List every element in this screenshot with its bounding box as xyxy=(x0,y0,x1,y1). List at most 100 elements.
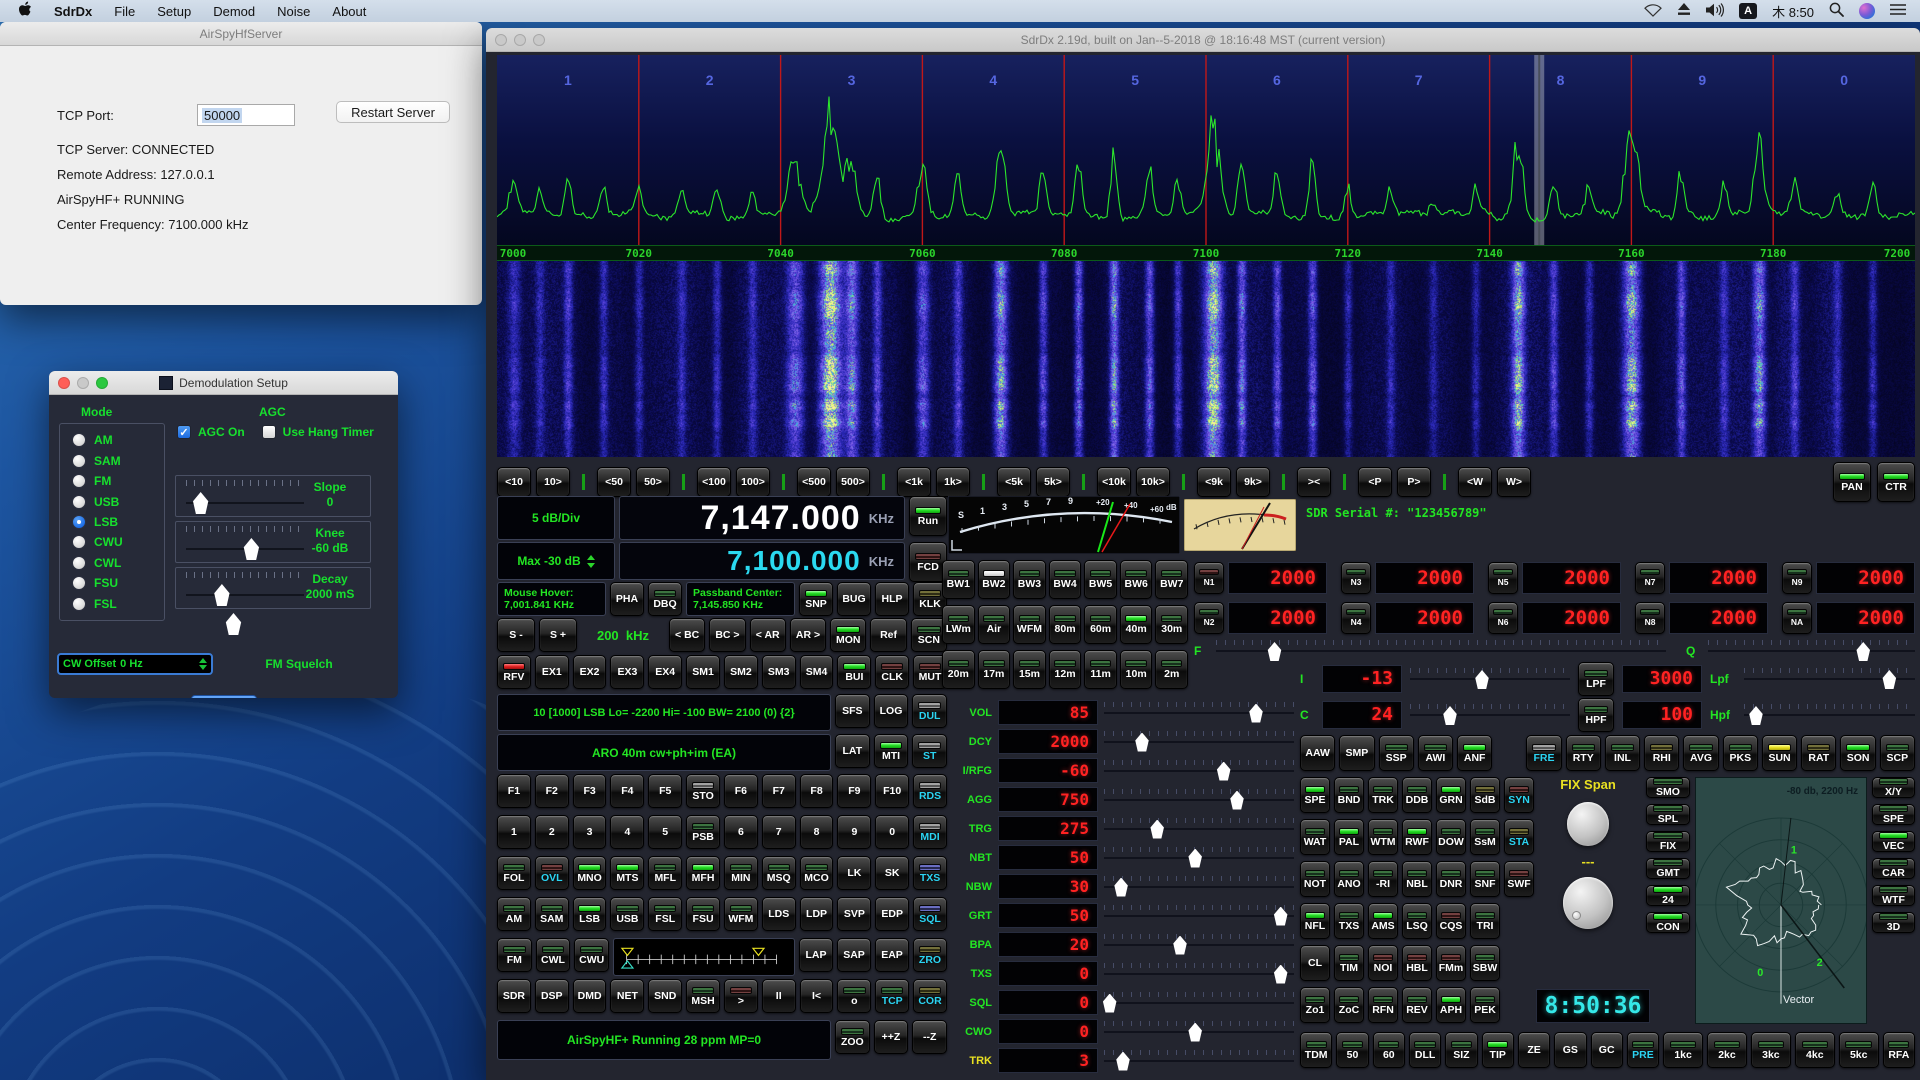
slider-handle[interactable] xyxy=(1475,670,1490,689)
btn-na[interactable]: NA xyxy=(1782,602,1812,634)
btn-rty[interactable]: RTY xyxy=(1566,735,1601,771)
btn-fsu[interactable]: FSU xyxy=(686,897,720,931)
btn-psb[interactable]: PSB xyxy=(686,815,720,849)
btn-0[interactable]: 0 xyxy=(875,815,909,849)
btn-zoo[interactable]: ZOO xyxy=(835,1020,870,1054)
btn-10[interactable]: 10> xyxy=(536,467,570,497)
btn-6[interactable]: 6 xyxy=(724,815,758,849)
btn-wtm[interactable]: WTM xyxy=(1368,819,1398,855)
mode-radio-lsb[interactable]: LSB xyxy=(72,515,164,529)
agc-slope-slider[interactable]: Slope0 xyxy=(175,475,371,517)
btn-sm1[interactable]: SM1 xyxy=(686,655,720,689)
btn-gs[interactable]: GS xyxy=(1554,1032,1586,1068)
f-slider[interactable] xyxy=(1216,640,1666,662)
slider-track[interactable] xyxy=(1104,789,1294,811)
btn-inl[interactable]: INL xyxy=(1605,735,1640,771)
btn-cwu[interactable]: CWU xyxy=(574,938,609,972)
mode-radio-cwu[interactable]: CWU xyxy=(72,535,164,549)
btn-con[interactable]: CON xyxy=(1646,912,1690,933)
btn-f1[interactable]: F1 xyxy=(497,774,531,808)
btn-sm2[interactable]: SM2 xyxy=(724,655,758,689)
btn-ze[interactable]: ZE xyxy=(1518,1032,1550,1068)
btn-tcp[interactable]: TCP xyxy=(875,979,909,1013)
btn-rhi[interactable]: RHI xyxy=(1644,735,1679,771)
slider-track[interactable] xyxy=(1104,1050,1294,1072)
radio-button[interactable] xyxy=(72,474,86,488)
btn-sam[interactable]: SAM xyxy=(535,897,569,931)
fm-squelch-handle[interactable] xyxy=(225,613,242,635)
btn-2[interactable]: 2 xyxy=(535,815,569,849)
btn-n4[interactable]: N4 xyxy=(1341,602,1371,634)
mode-radio-fm[interactable]: FM xyxy=(72,474,164,488)
btn-mts[interactable]: MTS xyxy=(610,856,644,890)
btn-fix[interactable]: FIX xyxy=(1646,831,1690,852)
btn-am[interactable]: AM xyxy=(497,897,531,931)
q-slider[interactable] xyxy=(1708,640,1915,662)
max-db-control[interactable]: Max -30 dB xyxy=(497,542,615,580)
btn-mco[interactable]: MCO xyxy=(800,856,834,890)
eject-icon[interactable] xyxy=(1677,3,1691,19)
btn-bw2[interactable]: BW2 xyxy=(978,560,1011,599)
btn-vec[interactable]: VEC xyxy=(1872,831,1915,852)
btn-gmt[interactable]: GMT xyxy=(1646,858,1690,879)
btn-50[interactable]: 50 xyxy=(1336,1032,1368,1068)
btn-ref[interactable]: Ref xyxy=(870,618,906,652)
btn-smo[interactable]: SMO xyxy=(1646,777,1690,798)
btn-ssm[interactable]: SsM xyxy=(1470,819,1500,855)
restart-server-button[interactable]: Restart Server xyxy=(336,101,450,123)
btn-10k[interactable]: <10k xyxy=(1097,467,1131,497)
i-slider[interactable] xyxy=(1410,668,1570,690)
btn-n5[interactable]: N5 xyxy=(1488,562,1518,594)
waterfall-display[interactable] xyxy=(497,261,1915,457)
radio-button[interactable] xyxy=(72,535,86,549)
menu-clock[interactable]: 木 8:50 xyxy=(1772,2,1814,21)
btn-hlp[interactable]: HLP xyxy=(875,582,909,616)
demod-titlebar[interactable]: Demodulation Setup xyxy=(49,371,398,395)
notification-center-icon[interactable] xyxy=(1890,3,1906,19)
btn-not[interactable]: NOT xyxy=(1300,861,1330,897)
btn-sun[interactable]: SUN xyxy=(1762,735,1797,771)
btn-rfv[interactable]: RFV xyxy=(497,655,531,689)
btn-bc[interactable]: < BC xyxy=(669,618,705,652)
slider-handle[interactable] xyxy=(1273,907,1288,926)
btn-80m[interactable]: 80m xyxy=(1049,605,1082,644)
spotlight-icon[interactable] xyxy=(1829,2,1844,20)
menu-app-name[interactable]: SdrDx xyxy=(54,4,92,19)
btn-ovl[interactable]: OVL xyxy=(535,856,569,890)
btn-ldp[interactable]: LDP xyxy=(800,897,834,931)
btn-ctr[interactable]: CTR xyxy=(1877,462,1915,502)
btn-grn[interactable]: GRN xyxy=(1436,777,1466,813)
btn-rds[interactable]: RDS xyxy=(913,774,947,808)
wifi-icon[interactable] xyxy=(1644,3,1662,20)
btn-ar[interactable]: AR > xyxy=(790,618,826,652)
btn-cor[interactable]: COR xyxy=(913,979,947,1013)
menu-noise[interactable]: Noise xyxy=(277,4,310,19)
btn-ssp[interactable]: SSP xyxy=(1379,735,1414,771)
btn-1k[interactable]: <1k xyxy=(897,467,931,497)
menu-about[interactable]: About xyxy=(332,4,366,19)
btn-zoc[interactable]: ZoC xyxy=(1334,987,1364,1023)
btn-spe[interactable]: SPE xyxy=(1872,804,1915,825)
passband-adjust-widget[interactable] xyxy=(613,938,795,976)
btn-clk[interactable]: CLK xyxy=(875,655,909,689)
btn-hbl[interactable]: HBL xyxy=(1402,945,1432,981)
btn-trk[interactable]: TRK xyxy=(1368,777,1398,813)
btn-60m[interactable]: 60m xyxy=(1084,605,1117,644)
btn-2kc[interactable]: 2kc xyxy=(1707,1032,1747,1068)
btn-sdr[interactable]: SDR xyxy=(497,979,531,1013)
btn-3d[interactable]: 3D xyxy=(1872,912,1915,933)
sdrdx-titlebar[interactable]: SdrDx 2.19d, built on Jan--5-2018 @ 18:1… xyxy=(486,28,1920,52)
btn-dll[interactable]: DLL xyxy=(1409,1032,1441,1068)
btn-wfm[interactable]: WFM xyxy=(724,897,758,931)
btn-dmd[interactable]: DMD xyxy=(573,979,607,1013)
btn-pha[interactable]: PHA xyxy=(610,582,644,616)
btn-pan[interactable]: PAN xyxy=(1833,462,1871,502)
slider-handle[interactable] xyxy=(1135,733,1150,752)
slider-handle[interactable] xyxy=(1114,878,1129,897)
btn-f10[interactable]: F10 xyxy=(875,774,909,808)
btn-sto[interactable]: STO xyxy=(686,774,720,808)
btn-mfl[interactable]: MFL xyxy=(648,856,682,890)
radio-button[interactable] xyxy=(72,495,86,509)
btn-msh[interactable]: MSH xyxy=(686,979,720,1013)
btn-dbq[interactable]: DBQ xyxy=(648,582,682,616)
